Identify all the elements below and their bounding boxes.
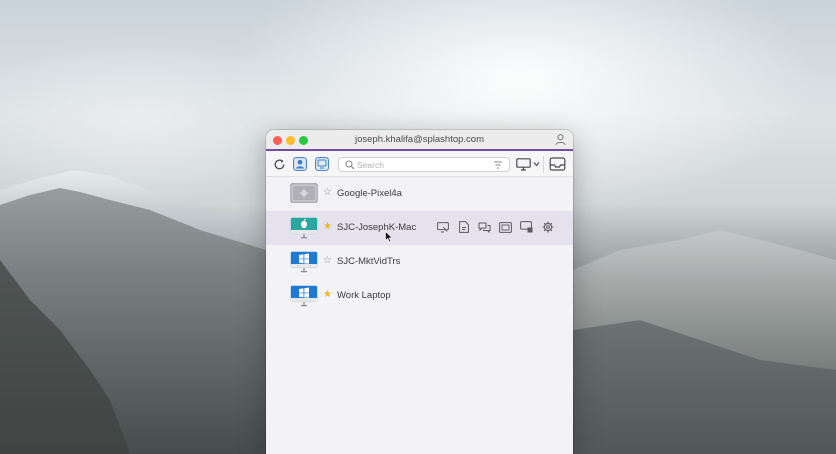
computer-settings-button[interactable] [541,221,554,233]
inbox-icon[interactable] [549,156,566,172]
favorite-star-icon[interactable]: ★ [323,222,332,232]
windows-computer-icon [290,251,318,273]
computer-name: SJC-JosephK-Mac [337,222,417,233]
favorite-star-icon[interactable]: ☆ [323,256,332,266]
android-device-icon [290,183,318,203]
file-transfer-icon [458,221,469,233]
remote-print-button[interactable] [499,221,512,233]
refresh-icon [274,158,284,169]
search-input[interactable] [357,159,487,171]
row-actions [436,221,554,233]
favorite-star-icon[interactable]: ★ [323,290,332,300]
remote-view-icon [436,221,449,232]
monitor-icon [516,157,531,171]
settings-gear-icon [542,221,553,233]
chat-icon [478,222,491,233]
user-account-icon[interactable] [554,133,567,146]
favorite-star-icon[interactable]: ☆ [323,188,332,198]
filter-icon[interactable] [493,160,503,170]
chat-button[interactable] [478,221,491,233]
multi-screen-button[interactable] [520,221,533,233]
windows-computer-icon [290,285,318,307]
computer-name: SJC-MktVidTrs [337,256,401,267]
my-computers-button[interactable] [292,156,308,172]
file-transfer-button[interactable] [457,221,470,233]
search-box[interactable] [338,157,510,172]
title-bar: joseph.khalifa@splashtop.com [266,130,573,151]
computer-row-selected[interactable]: ★ SJC-JosephK-Mac [266,211,573,245]
multi-screen-icon [520,221,533,233]
sos-support-icon [315,157,329,171]
remote-print-icon [499,221,512,233]
computer-name: Work Laptop [337,290,391,301]
computer-row[interactable]: ☆ Google-Pixel4a [266,177,573,211]
mac-computer-icon [290,217,318,239]
window-title: joseph.khalifa@splashtop.com [355,134,484,145]
remote-view-button[interactable] [436,221,449,233]
mouse-pointer-icon [385,231,393,243]
splashtop-business-window: joseph.khalifa@splashtop.com Search ☆ Go… [266,130,573,454]
sos-tab-button[interactable] [314,156,330,172]
computer-row[interactable]: ★ Work Laptop [266,279,573,313]
display-mode-dropdown[interactable] [516,157,540,171]
computer-list: ☆ Google-Pixel4a ★ SJC-JosephK-Mac ☆ SJC… [266,177,573,313]
computers-tab-icon [293,157,307,171]
chevron-down-icon [533,162,540,167]
toolbar [266,151,573,177]
refresh-button[interactable] [271,156,287,172]
search-icon [345,160,355,170]
toolbar-divider [543,156,544,173]
computer-name: Google-Pixel4a [337,188,402,199]
computer-row[interactable]: ☆ SJC-MktVidTrs [266,245,573,279]
